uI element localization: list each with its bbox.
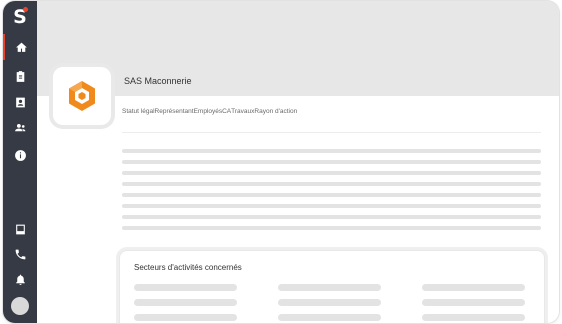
placeholder-line	[122, 226, 541, 230]
placeholder-pill	[422, 314, 525, 321]
sidebar: S	[3, 1, 37, 323]
home-icon	[15, 42, 27, 52]
tab-representant[interactable]: Représentant	[155, 108, 194, 115]
sidebar-item-contacts[interactable]	[3, 89, 37, 115]
company-header	[37, 1, 559, 96]
placeholder-pill	[134, 299, 237, 306]
sidebar-item-team[interactable]	[3, 114, 37, 140]
tab-ca[interactable]: CA	[222, 108, 231, 115]
placeholder-pill	[134, 314, 237, 321]
placeholder-pill	[278, 314, 381, 321]
company-name: SAS Maconnerie	[124, 76, 192, 86]
bell-icon	[15, 274, 25, 285]
info-icon	[14, 149, 26, 161]
sidebar-item-info[interactable]	[3, 142, 37, 168]
placeholder-line	[122, 160, 541, 164]
placeholder-pill	[422, 299, 525, 306]
tab-rayon-action[interactable]: Rayon d'action	[254, 108, 297, 115]
placeholder-line	[122, 204, 541, 208]
phone-icon	[15, 249, 25, 259]
placeholder-pill	[278, 284, 381, 291]
placeholder-line	[122, 149, 541, 153]
team-icon	[14, 123, 25, 131]
tab-employes[interactable]: Employés	[194, 108, 223, 115]
info-tabs: Statut légalReprésentantEmployésCATravau…	[122, 108, 297, 115]
placeholder-line	[122, 182, 541, 186]
placeholder-line	[122, 215, 541, 219]
clipboard-icon	[16, 70, 24, 82]
sidebar-item-home[interactable]	[3, 34, 37, 60]
card-title: Secteurs d'activités concernés	[134, 263, 242, 272]
avatar[interactable]	[11, 297, 29, 315]
company-hexagon-icon	[69, 81, 95, 111]
divider	[122, 132, 541, 133]
app-window: S Statut légalReprésentantEmployésCATrav…	[3, 1, 559, 323]
tab-travaux[interactable]: Travaux	[231, 108, 254, 115]
logo-dot	[23, 7, 28, 12]
contact-card-icon	[15, 97, 25, 107]
sectors-card: Secteurs d'activités concernés	[119, 250, 545, 323]
sidebar-item-tasks[interactable]	[3, 63, 37, 89]
placeholder-line	[122, 193, 541, 197]
placeholder-pill	[134, 284, 237, 291]
placeholder-line	[122, 171, 541, 175]
tab-statut-legal[interactable]: Statut légal	[122, 108, 155, 115]
placeholder-pill	[278, 299, 381, 306]
placeholder-pill	[422, 284, 525, 291]
sidebar-item-inbox[interactable]	[3, 216, 37, 242]
company-logo	[53, 67, 111, 125]
inbox-icon	[15, 224, 25, 234]
sidebar-item-notifications[interactable]	[3, 266, 37, 292]
sidebar-item-phone[interactable]	[3, 241, 37, 267]
